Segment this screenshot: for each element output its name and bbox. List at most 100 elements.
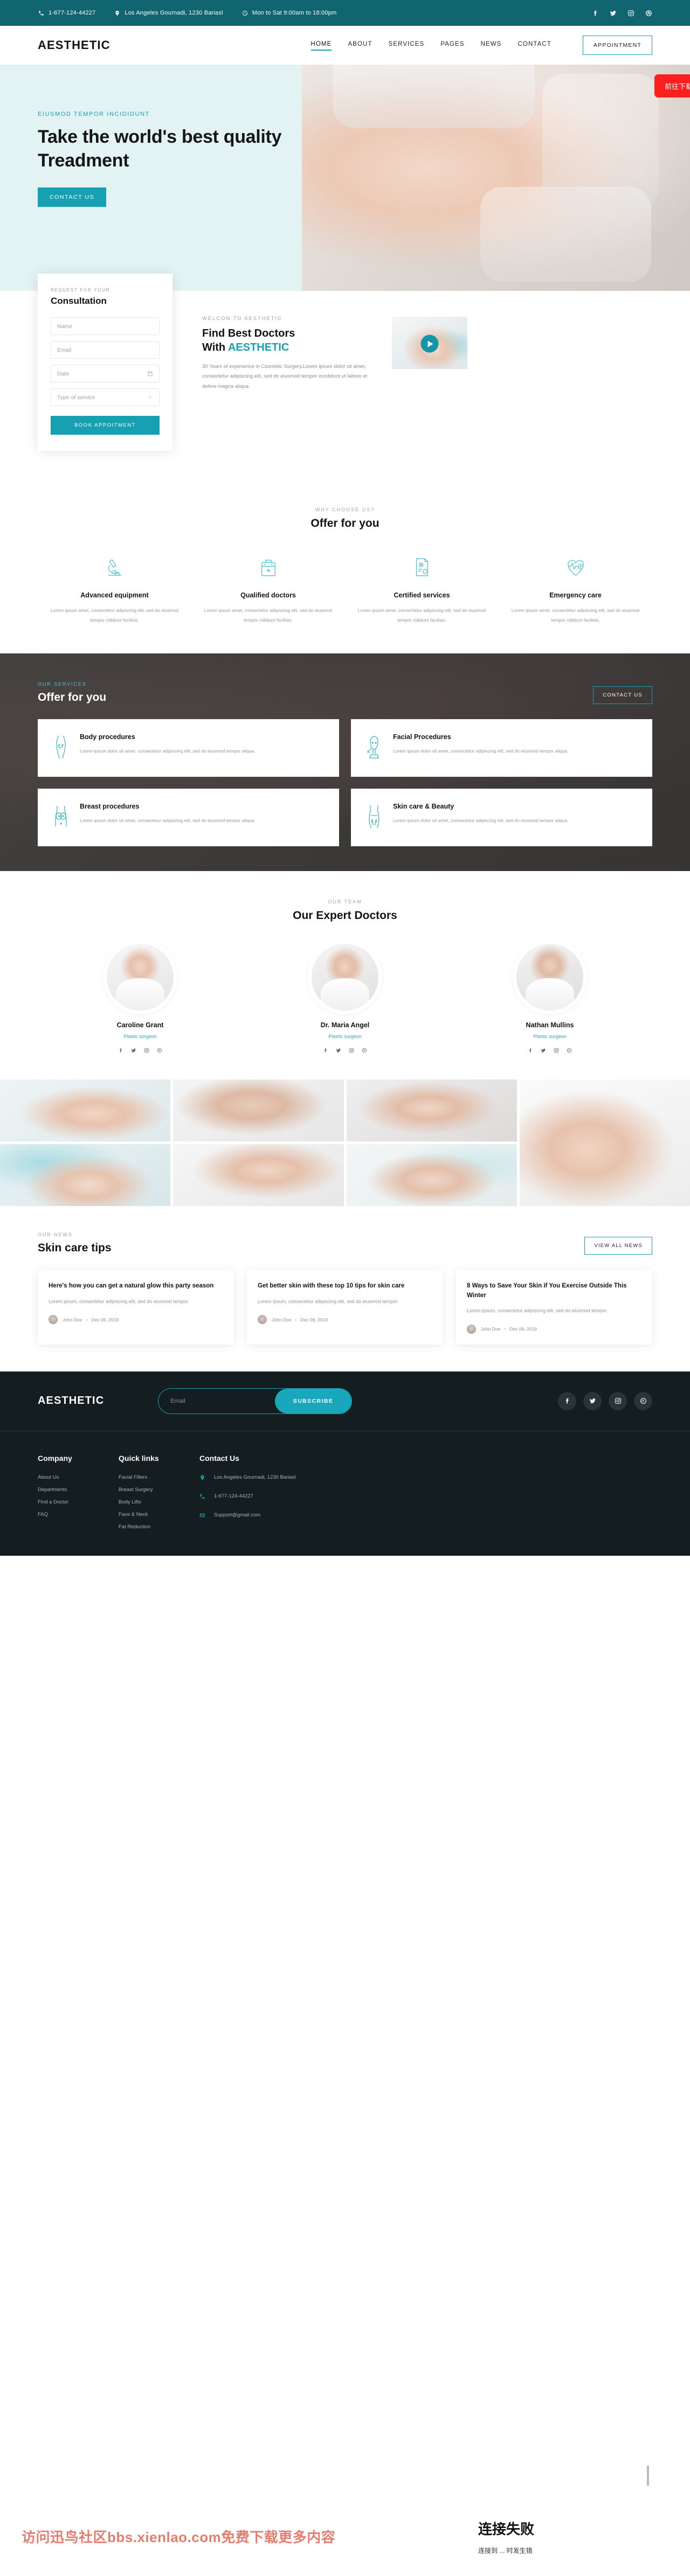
facebook-icon[interactable] bbox=[591, 9, 599, 17]
dribbble-icon[interactable] bbox=[634, 1391, 652, 1410]
instagram-icon[interactable] bbox=[554, 1046, 559, 1056]
footer-top: AESTHETIC SUBSCRIBE bbox=[38, 1371, 652, 1431]
news-grid: Here's how you can get a natural glow th… bbox=[38, 1269, 652, 1345]
gallery-image-injection[interactable] bbox=[0, 1144, 171, 1206]
news-card-author: John Doe bbox=[63, 1317, 82, 1322]
view-all-news-button[interactable]: VIEW ALL NEWS bbox=[584, 1236, 652, 1255]
service-card-breast-procedures[interactable]: Breast procedures Lorem ipsum dolor sit … bbox=[38, 788, 339, 846]
news-card[interactable]: Get better skin with these top 10 tips f… bbox=[247, 1269, 443, 1345]
facebook-icon[interactable] bbox=[558, 1391, 576, 1410]
face-icon bbox=[366, 734, 384, 763]
gallery-image-breast-implant[interactable] bbox=[173, 1144, 344, 1206]
email-input[interactable] bbox=[57, 346, 153, 353]
topbar-address[interactable]: Los Angeles Gournadi, 1230 Bariasl bbox=[114, 10, 223, 17]
service-type-input[interactable] bbox=[57, 394, 147, 401]
service-card-body-procedures[interactable]: Body procedures Lorem ipsum dolor sit am… bbox=[38, 719, 339, 777]
name-field[interactable] bbox=[51, 317, 160, 335]
topbar-social-links bbox=[591, 9, 652, 17]
nav-item-contact[interactable]: CONTACT bbox=[518, 41, 551, 50]
facebook-icon[interactable] bbox=[118, 1046, 123, 1056]
gallery-image-facial-massage[interactable] bbox=[0, 1079, 171, 1141]
footer-link-find-a-doctor[interactable]: Find a Doctor bbox=[38, 1499, 119, 1505]
date-input[interactable] bbox=[57, 370, 147, 377]
avatar bbox=[312, 943, 378, 1011]
nav-item-about[interactable]: ABOUT bbox=[348, 41, 372, 50]
service-card-facial-procedures[interactable]: Facial Procedures Lorem ipsum dolor sit … bbox=[351, 719, 652, 777]
footer-phone[interactable]: 1-677-124-44227 bbox=[199, 1493, 377, 1501]
footer-link-departments[interactable]: Departments bbox=[38, 1487, 119, 1493]
service-desc: Lorem ipsum dolor sit amet, consectetur … bbox=[80, 748, 256, 754]
footer-email[interactable]: Support@gmail.com bbox=[199, 1512, 377, 1520]
footer-link-about-us[interactable]: About Us bbox=[38, 1474, 119, 1480]
team-member-role: Plastic surgeon bbox=[533, 1033, 567, 1039]
about-paragraph: 30 Years of experience in Cosmetic Surge… bbox=[202, 363, 368, 389]
twitter-icon[interactable] bbox=[131, 1046, 136, 1056]
meta-separator: • bbox=[295, 1317, 297, 1322]
gallery-image-body-contour[interactable] bbox=[519, 1079, 690, 1206]
footer-column-contact: Contact Us Los Angeles Gournadi, 1230 Ba… bbox=[199, 1454, 377, 1536]
hero-section: EIUSMOD TEMPOR INCIDIDUNT Take the world… bbox=[0, 65, 690, 291]
dribbble-icon[interactable] bbox=[645, 9, 652, 17]
dribbble-icon[interactable] bbox=[157, 1046, 162, 1056]
facebook-icon[interactable] bbox=[323, 1046, 328, 1056]
news-card[interactable]: 8 Ways to Save Your Skin if You Exercise… bbox=[456, 1269, 652, 1345]
twitter-icon[interactable] bbox=[583, 1391, 602, 1410]
service-type-field[interactable] bbox=[51, 388, 160, 406]
nav-item-services[interactable]: SERVICES bbox=[389, 41, 425, 50]
download-template-button[interactable]: 前往下载模板 bbox=[654, 74, 690, 98]
nav-item-news[interactable]: NEWS bbox=[481, 41, 502, 50]
footer-link-fat-reduction[interactable]: Fat Reduction bbox=[119, 1524, 199, 1530]
dribbble-icon[interactable] bbox=[362, 1046, 367, 1056]
instagram-icon[interactable] bbox=[627, 9, 634, 17]
gallery-image-skin-treatment[interactable] bbox=[346, 1144, 517, 1206]
why-choose-us-section: WHY CHOOSE US? Offer for you Advanced eq… bbox=[0, 483, 690, 653]
hero-contact-button[interactable]: CONTACT US bbox=[38, 187, 107, 207]
about-heading: Find Best Doctors With AESTHETIC bbox=[202, 326, 369, 355]
about-video-thumbnail[interactable] bbox=[392, 317, 467, 369]
instagram-icon[interactable] bbox=[609, 1391, 627, 1410]
twitter-icon[interactable] bbox=[541, 1046, 546, 1056]
play-icon[interactable] bbox=[420, 335, 439, 353]
instagram-icon[interactable] bbox=[144, 1046, 149, 1056]
site-logo[interactable]: AESTHETIC bbox=[38, 38, 111, 52]
why-name: Certified services bbox=[394, 591, 450, 599]
service-name: Breast procedures bbox=[80, 802, 140, 810]
news-card-date: Dec 06, 2019 bbox=[300, 1317, 328, 1322]
avatar bbox=[258, 1315, 267, 1325]
nav-item-home[interactable]: HOME bbox=[310, 41, 332, 51]
services-contact-button[interactable]: CONTACT US bbox=[593, 686, 652, 704]
watermark-text: 访问迅鸟社区bbs.xienlao.com免费下载更多内容 bbox=[22, 2529, 336, 2545]
appointment-button[interactable]: APPOINTMENT bbox=[582, 36, 652, 55]
service-card-skin-care-beauty[interactable]: Skin care & Beauty Lorem ipsum dolor sit… bbox=[351, 788, 652, 846]
email-field[interactable] bbox=[51, 341, 160, 359]
footer-link-faq[interactable]: FAQ bbox=[38, 1512, 119, 1517]
footer-link-body-lifts[interactable]: Body Lifts bbox=[119, 1499, 199, 1505]
gallery-image-woman-red-nails[interactable] bbox=[346, 1079, 517, 1141]
why-desc: Lorem ipsum amet, consectetur adipiscing… bbox=[357, 608, 486, 623]
news-card-meta: John Doe • Dec 06, 2019 bbox=[258, 1315, 432, 1325]
nav-item-pages[interactable]: PAGES bbox=[440, 41, 464, 50]
meta-separator: • bbox=[504, 1326, 506, 1332]
twitter-icon[interactable] bbox=[609, 9, 617, 17]
instagram-icon[interactable] bbox=[349, 1046, 354, 1056]
dribbble-icon[interactable] bbox=[567, 1046, 572, 1056]
topbar-phone[interactable]: 1-677-124-44227 bbox=[38, 10, 95, 17]
news-card[interactable]: Here's how you can get a natural glow th… bbox=[38, 1269, 234, 1345]
why-desc: Lorem ipsum amet, consectetur adipiscing… bbox=[511, 608, 640, 623]
name-input[interactable] bbox=[57, 323, 153, 330]
dialog-scrollbar[interactable] bbox=[647, 2466, 649, 2486]
facebook-icon[interactable] bbox=[528, 1046, 533, 1056]
subscribe-email-input[interactable] bbox=[158, 1388, 275, 1414]
gallery-section bbox=[0, 1079, 690, 1206]
footer-link-breast-surgery[interactable]: Breast Surgery bbox=[119, 1487, 199, 1493]
date-field[interactable] bbox=[51, 365, 160, 382]
footer-link-facial-fillers[interactable]: Facial Fillers bbox=[119, 1474, 199, 1480]
subscribe-button[interactable]: SUBSCRIBE bbox=[274, 1388, 352, 1414]
news-section: OUR NEWS Skin care tips VIEW ALL NEWS He… bbox=[0, 1206, 690, 1371]
footer-logo[interactable]: AESTHETIC bbox=[38, 1395, 104, 1407]
subscribe-form: SUBSCRIBE bbox=[158, 1388, 353, 1414]
twitter-icon[interactable] bbox=[336, 1046, 341, 1056]
gallery-image-senior-woman[interactable] bbox=[173, 1079, 344, 1141]
footer-link-face-neck[interactable]: Face & Neck bbox=[119, 1512, 199, 1517]
book-appointment-button[interactable]: BOOK APPOITMENT bbox=[51, 416, 160, 435]
